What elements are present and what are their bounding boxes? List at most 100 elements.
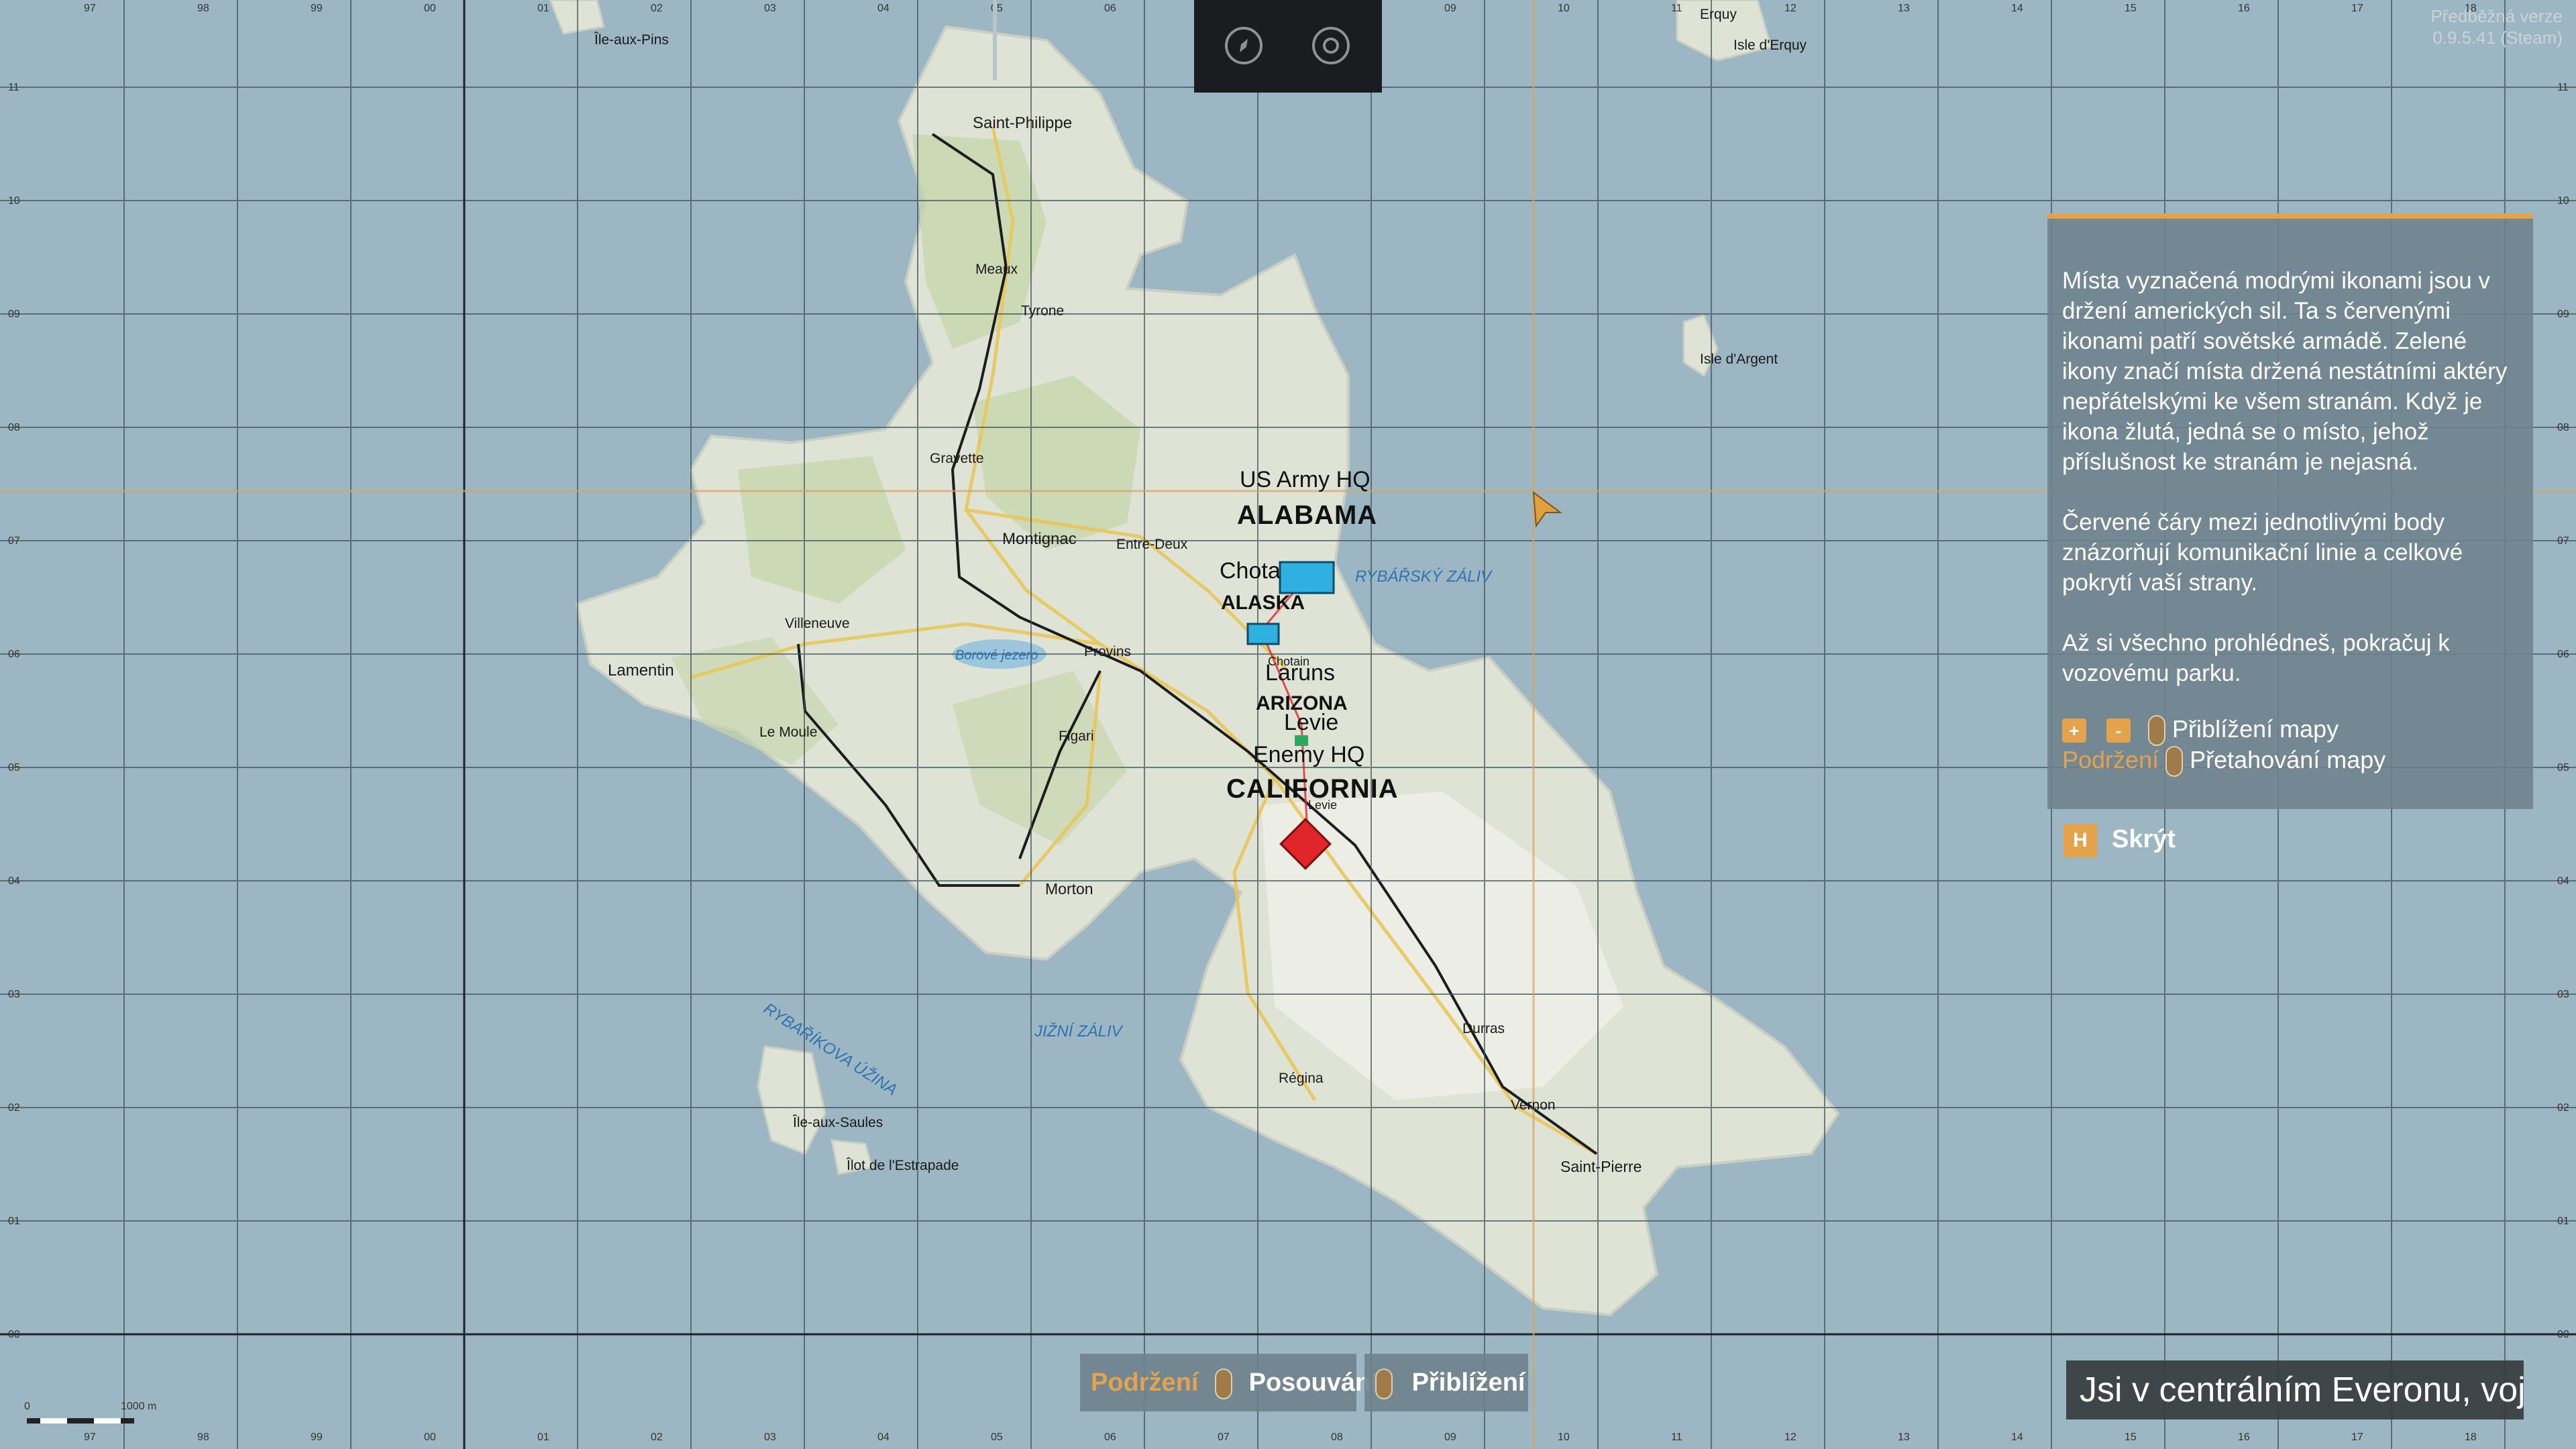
grid-label-y: 05: [2557, 762, 2569, 773]
grid-label-x: 17: [2351, 3, 2363, 14]
town-durras: Durras: [1462, 1021, 1505, 1036]
town-isle-derquy: Isle d'Erquy: [1733, 38, 1807, 53]
town-ile-aux-saules: Île-aux-Saules: [793, 1115, 883, 1130]
us-hq-marker: [1279, 561, 1335, 594]
grid-label-y: 11: [2557, 82, 2569, 93]
town-ilot-estrapade: Îlot de l'Estrapade: [847, 1158, 959, 1173]
grid-label-x: 14: [2011, 1432, 2023, 1443]
watch-icon[interactable]: [1312, 27, 1350, 64]
grid-label-y: 08: [8, 422, 20, 433]
mouse-left-icon: [2165, 746, 2184, 777]
map-tools-panel: [993, 0, 1382, 93]
grid-label-y: 04: [2557, 875, 2569, 887]
grid-label-x: 15: [2125, 3, 2137, 14]
hide-button[interactable]: H Skrýt: [2063, 824, 2176, 857]
grid-label-x: 99: [311, 1432, 323, 1443]
grid-label-x: 13: [1898, 1432, 1910, 1443]
hide-key[interactable]: H: [2063, 824, 2097, 857]
grid-label-y: 03: [8, 989, 20, 1000]
info-paragraph-1: Místa vyznačená modrými ikonami jsou v d…: [2062, 268, 2508, 475]
zoom-in-key[interactable]: +: [2062, 718, 2086, 743]
compass-icon[interactable]: [1225, 27, 1263, 64]
grid-label-x: 16: [2238, 3, 2250, 14]
grid-label-x: 13: [1898, 3, 1910, 14]
drag-control-row: Podržení Přetahování mapy: [2062, 746, 2385, 777]
objective-chotain-label[interactable]: Chota: [1220, 558, 1281, 584]
objective-alaska[interactable]: ALASKA: [1221, 592, 1305, 614]
town-le-moule: Le Moule: [759, 724, 818, 740]
town-isle-dargent: Isle d'Argent: [1700, 352, 1778, 367]
grid-label-y: 00: [2557, 1329, 2569, 1340]
zoom-hint-label: Přiblížení: [1411, 1368, 1525, 1397]
pan-label: Posouvání: [1248, 1368, 1378, 1397]
mouse-cursor-icon: [1531, 490, 1564, 533]
grid-label-y: 09: [8, 309, 20, 320]
grid-label-y: 10: [2557, 195, 2569, 207]
grid-label-y: 04: [8, 875, 20, 887]
objective-california[interactable]: CALIFORNIA: [1226, 774, 1399, 804]
hide-label: Skrýt: [2112, 825, 2176, 854]
mouse-wheel-icon: [2148, 715, 2166, 747]
grid-label-x: 17: [2351, 1432, 2363, 1443]
grid-label-y: 03: [2557, 989, 2569, 1000]
grid-label-x: 00: [424, 1432, 436, 1443]
town-figari: Figari: [1059, 729, 1094, 744]
grid-label-y: 00: [8, 1329, 20, 1340]
scale-distance: 1000 m: [121, 1401, 157, 1412]
us-hq-label[interactable]: US Army HQ: [1240, 467, 1371, 493]
town-regina: Régina: [1279, 1071, 1324, 1086]
town-erquy: Erquy: [1700, 7, 1737, 22]
zoom-out-key[interactable]: -: [2106, 718, 2131, 743]
grid-label-y: 11: [8, 82, 19, 93]
grid-label-x: 14: [2011, 3, 2023, 14]
grid-label-y: 07: [2557, 535, 2569, 547]
grid-label-x: 06: [1104, 3, 1116, 14]
grid-label-x: 98: [197, 3, 209, 14]
grid-label-x: 06: [1104, 1432, 1116, 1443]
objective-laruns-label[interactable]: Laruns: [1265, 660, 1335, 686]
grid-label-x: 99: [311, 3, 323, 14]
info-paragraph-3: Až si všechno prohlédneš, pokračuj k voz…: [2062, 630, 2450, 686]
town-entre-deux: Entre-Deux: [1116, 537, 1188, 552]
grid-label-y: 06: [2557, 649, 2569, 660]
town-ile-aux-pins: Île-aux-Pins: [594, 32, 669, 48]
water-rybarsky-zaliv: RYBÁŘSKÝ ZÁLIV: [1355, 568, 1492, 586]
town-tyrone: Tyrone: [1021, 303, 1065, 319]
objective-levie-label[interactable]: Levie: [1284, 710, 1338, 736]
town-meaux: Meaux: [975, 262, 1018, 277]
alaska-marker: [1246, 623, 1280, 645]
version-number: 0.9.5.41 (Steam): [2432, 28, 2563, 48]
location-status: Jsi v centrálním Everonu, voj..: [2066, 1360, 2524, 1419]
town-provins: Provins: [1084, 644, 1132, 659]
grid-label-x: 10: [1558, 1432, 1570, 1443]
pan-hold-label: Podržení: [1091, 1368, 1199, 1397]
grid-label-y: 05: [8, 762, 20, 773]
grid-label-x: 18: [2465, 1432, 2477, 1443]
mouse-wheel-icon: [1375, 1368, 1393, 1399]
mouse-left-icon: [1215, 1368, 1233, 1399]
water-borove-jezero: Borové jezero: [955, 648, 1038, 663]
grid-label-x: 09: [1444, 1432, 1456, 1443]
grid-label-x: 01: [537, 1432, 549, 1443]
objective-alabama[interactable]: ALABAMA: [1237, 500, 1377, 531]
town-vernon: Vernon: [1511, 1097, 1556, 1113]
grid-label-y: 08: [2557, 422, 2569, 433]
grid-label-y: 09: [2557, 309, 2569, 320]
grid-label-x: 15: [2125, 1432, 2137, 1443]
town-saint-philippe: Saint-Philippe: [973, 114, 1073, 132]
zoom-control-row: + - Přiblížení mapy: [2062, 715, 2339, 747]
grid-label-y: 01: [8, 1216, 20, 1227]
grid-label-x: 11: [1671, 3, 1682, 14]
town-villeneuve: Villeneuve: [785, 616, 850, 631]
info-paragraph-2: Červené čáry mezi jednotlivými body znáz…: [2062, 509, 2463, 596]
grid-label-x: 09: [1444, 3, 1456, 14]
water-jizni-zaliv: JIŽNÍ ZÁLIV: [1034, 1022, 1122, 1040]
grid-label-x: 04: [877, 1432, 890, 1443]
grid-label-x: 03: [764, 1432, 776, 1443]
grid-label-y: 10: [8, 195, 20, 207]
grid-label-x: 97: [84, 1432, 96, 1443]
town-lamentin: Lamentin: [608, 661, 674, 680]
pan-hint: Podržení Posouvání: [1080, 1354, 1378, 1411]
enemy-hq-label[interactable]: Enemy HQ: [1253, 742, 1364, 768]
grid-label-x: 02: [651, 3, 663, 14]
